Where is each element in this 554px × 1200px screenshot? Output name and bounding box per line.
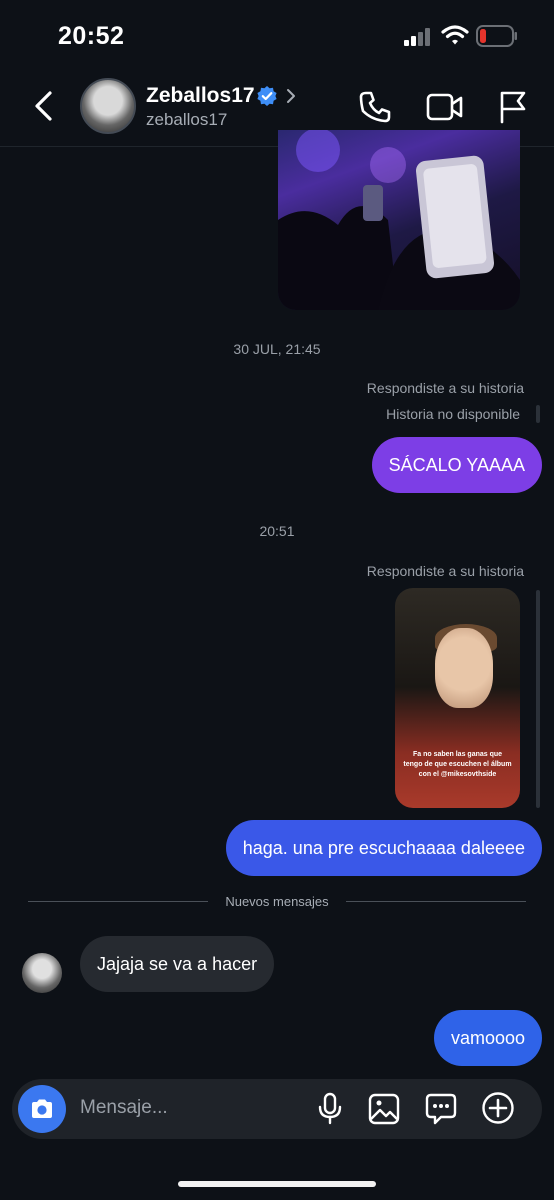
outgoing-message[interactable]: haga. una pre escuchaaaa daleeee — [225, 820, 542, 876]
divider-line — [346, 901, 526, 902]
sender-avatar[interactable] — [22, 953, 62, 993]
story-caption: Fa no saben las ganas que tengo de que e… — [403, 751, 512, 778]
story-thumbnail[interactable]: Fa no saben las ganas que tengo de que e… — [395, 588, 520, 808]
story-unavailable-label: Historia no disponible — [386, 406, 520, 422]
home-indicator[interactable] — [178, 1181, 376, 1187]
outgoing-message[interactable]: SÁCALO YAAAA — [371, 437, 542, 493]
incoming-message[interactable]: Jajaja se va a hacer — [80, 936, 275, 992]
message-input[interactable] — [80, 1097, 280, 1119]
date-stamp: 30 JUL, 21:45 — [233, 341, 321, 357]
reply-indicator-bar — [536, 405, 540, 423]
story-reply-label: Respondiste a su historia — [366, 563, 524, 579]
microphone-icon[interactable] — [316, 1092, 344, 1126]
signal-icon — [404, 28, 430, 46]
verified-badge-icon — [257, 86, 277, 106]
add-icon[interactable] — [481, 1091, 515, 1125]
gallery-icon[interactable] — [368, 1093, 400, 1125]
camera-icon — [32, 1099, 52, 1118]
story-person-face — [435, 628, 493, 708]
flag-icon[interactable] — [498, 90, 528, 124]
contact-username[interactable]: zeballos17 — [146, 110, 227, 130]
contact-name[interactable]: Zeballos17 — [146, 84, 255, 108]
sticker-icon[interactable] — [424, 1092, 458, 1126]
outgoing-message[interactable]: vamoooo — [433, 1010, 542, 1066]
profile-avatar[interactable] — [80, 78, 136, 134]
wifi-icon — [441, 25, 469, 45]
phone-icon[interactable] — [358, 90, 392, 124]
shared-story-image[interactable] — [278, 130, 520, 310]
reply-indicator-bar — [536, 590, 540, 808]
back-chevron-icon[interactable] — [30, 90, 58, 122]
status-time: 20:52 — [58, 22, 125, 50]
time-stamp: 20:51 — [259, 523, 295, 539]
camera-button[interactable] — [18, 1085, 66, 1133]
video-call-icon[interactable] — [426, 92, 464, 122]
chevron-right-icon[interactable] — [285, 88, 297, 104]
battery-icon — [476, 25, 517, 47]
divider-line — [28, 901, 208, 902]
new-messages-divider: Nuevos mensajes — [225, 894, 329, 909]
story-reply-label: Respondiste a su historia — [366, 380, 524, 396]
